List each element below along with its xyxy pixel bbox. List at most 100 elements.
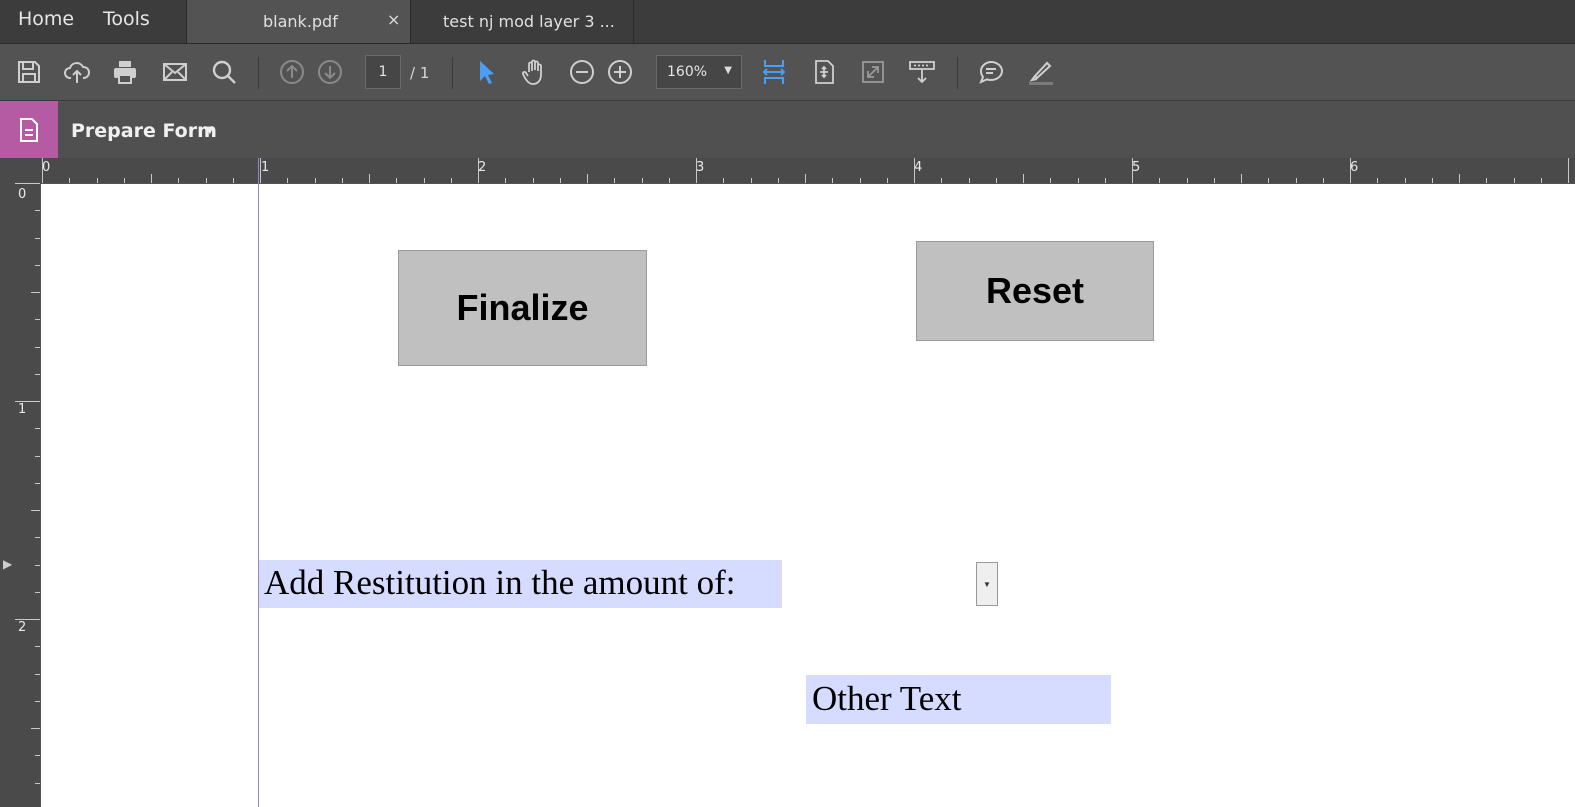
ruler-tick: [1459, 174, 1460, 183]
tab-blank-pdf[interactable]: blank.pdf ×: [186, 0, 410, 43]
ruler-tick: [1350, 158, 1351, 183]
zoom-in-icon[interactable]: [604, 56, 636, 88]
tab-test-nj-mod[interactable]: test nj mod layer 3 ...: [410, 0, 634, 43]
ruler-tick: [559, 178, 561, 183]
full-screen-icon[interactable]: [857, 56, 889, 88]
ruler-tick: [941, 178, 943, 183]
ruler-label: 4: [914, 160, 923, 175]
ruler-tick: [341, 178, 343, 183]
separator: [452, 57, 453, 89]
zoom-select[interactable]: 160% ▼: [656, 55, 742, 89]
ruler-tick: [15, 183, 40, 184]
ruler-tick: [1295, 178, 1297, 183]
finalize-button[interactable]: Finalize: [398, 250, 647, 366]
ruler-tick: [1132, 158, 1133, 183]
ruler-tick: [260, 158, 261, 183]
ruler-tick: [1077, 178, 1079, 183]
ruler-label: 5: [1132, 160, 1141, 175]
ruler-tick: [35, 755, 40, 757]
fit-width-icon[interactable]: [758, 56, 790, 88]
scroll-mode-icon[interactable]: [906, 56, 938, 88]
ruler-tick: [1486, 178, 1488, 183]
ruler-label: 0: [42, 160, 51, 175]
tool-panel-bar: Prepare Form ▼: [0, 101, 1575, 158]
select-cursor-icon[interactable]: [470, 56, 502, 88]
ruler-label: 1: [18, 402, 27, 417]
hand-icon[interactable]: [518, 56, 550, 88]
dropdown-arrow-icon[interactable]: ▼: [976, 562, 998, 606]
ruler-tick: [35, 346, 40, 348]
ruler-tick: [723, 178, 725, 183]
ruler-tick: [35, 782, 40, 784]
ruler-tick: [1050, 178, 1052, 183]
page-number-input[interactable]: 1: [365, 55, 401, 89]
prepare-form-menu[interactable]: Prepare Form: [71, 120, 217, 142]
fit-page-icon[interactable]: [808, 56, 840, 88]
ruler-tick: [35, 673, 40, 675]
tab-bar: Home Tools blank.pdf × test nj mod layer…: [0, 0, 1575, 44]
ruler-tick: [1431, 178, 1433, 183]
ruler-tick: [532, 178, 534, 183]
print-icon[interactable]: [109, 56, 141, 88]
ruler-tick: [35, 237, 40, 239]
ruler-tick: [750, 178, 752, 183]
ruler-tick: [1104, 178, 1106, 183]
ruler-tick: [232, 178, 234, 183]
caret-down-icon[interactable]: ▼: [206, 125, 214, 136]
ruler-tick: [151, 174, 152, 183]
ruler-corner: [0, 158, 40, 183]
prev-page-icon[interactable]: [276, 56, 308, 88]
close-icon[interactable]: ×: [387, 10, 400, 29]
side-panel-toggle-icon[interactable]: ▶: [3, 557, 12, 571]
vertical-ruler: 0 1 2: [0, 183, 40, 807]
ruler-tick: [1241, 174, 1242, 183]
ruler-tick: [35, 537, 40, 539]
other-text-value: Other Text: [812, 679, 962, 718]
ruler-tick: [35, 319, 40, 321]
tools-link[interactable]: Tools: [103, 8, 150, 30]
ruler-tick: [369, 174, 370, 183]
ruler-tick: [96, 178, 98, 183]
ruler-tick: [35, 373, 40, 375]
reset-button[interactable]: Reset: [916, 241, 1154, 341]
pdf-page: Finalize Reset Add Restitution in the am…: [41, 158, 1575, 807]
ruler-label: 0: [18, 187, 27, 202]
ruler-tick: [423, 178, 425, 183]
form-document-icon[interactable]: [0, 101, 58, 158]
other-text-field[interactable]: Other Text: [806, 675, 1111, 724]
ruler-tick: [968, 178, 970, 183]
zoom-out-icon[interactable]: [566, 56, 598, 88]
ruler-tick: [1322, 178, 1324, 183]
search-icon[interactable]: [208, 56, 240, 88]
main-toolbar: 1 / 1 160% ▼: [0, 44, 1575, 101]
home-link[interactable]: Home: [18, 8, 74, 30]
email-icon[interactable]: [159, 56, 191, 88]
separator: [957, 57, 958, 89]
ruler-tick: [35, 646, 40, 648]
tab-label: test nj mod layer 3 ...: [443, 12, 615, 31]
ruler-tick: [35, 564, 40, 566]
ruler-tick: [31, 728, 40, 729]
next-page-icon[interactable]: [314, 56, 346, 88]
highlight-icon[interactable]: [1024, 56, 1056, 88]
ruler-tick: [178, 178, 180, 183]
ruler-tick: [1404, 178, 1406, 183]
ruler-label: 2: [478, 160, 487, 175]
ruler-tick: [35, 591, 40, 593]
restitution-dropdown-field[interactable]: Add Restitution in the amount of: ▼: [259, 560, 998, 608]
margin-guide-line: [258, 158, 259, 807]
save-icon[interactable]: [13, 56, 45, 88]
ruler-tick: [805, 174, 806, 183]
ruler-tick: [31, 292, 40, 293]
ruler-tick: [1540, 178, 1542, 183]
separator: [258, 57, 259, 89]
ruler-tick: [35, 482, 40, 484]
ruler-tick: [1213, 178, 1215, 183]
cloud-upload-icon[interactable]: [61, 56, 93, 88]
comment-icon[interactable]: [975, 56, 1007, 88]
chevron-down-icon: ▼: [724, 65, 732, 76]
ruler-label: 6: [1350, 160, 1359, 175]
ruler-tick: [35, 264, 40, 266]
ruler-tick: [859, 178, 861, 183]
ruler-tick: [450, 178, 452, 183]
